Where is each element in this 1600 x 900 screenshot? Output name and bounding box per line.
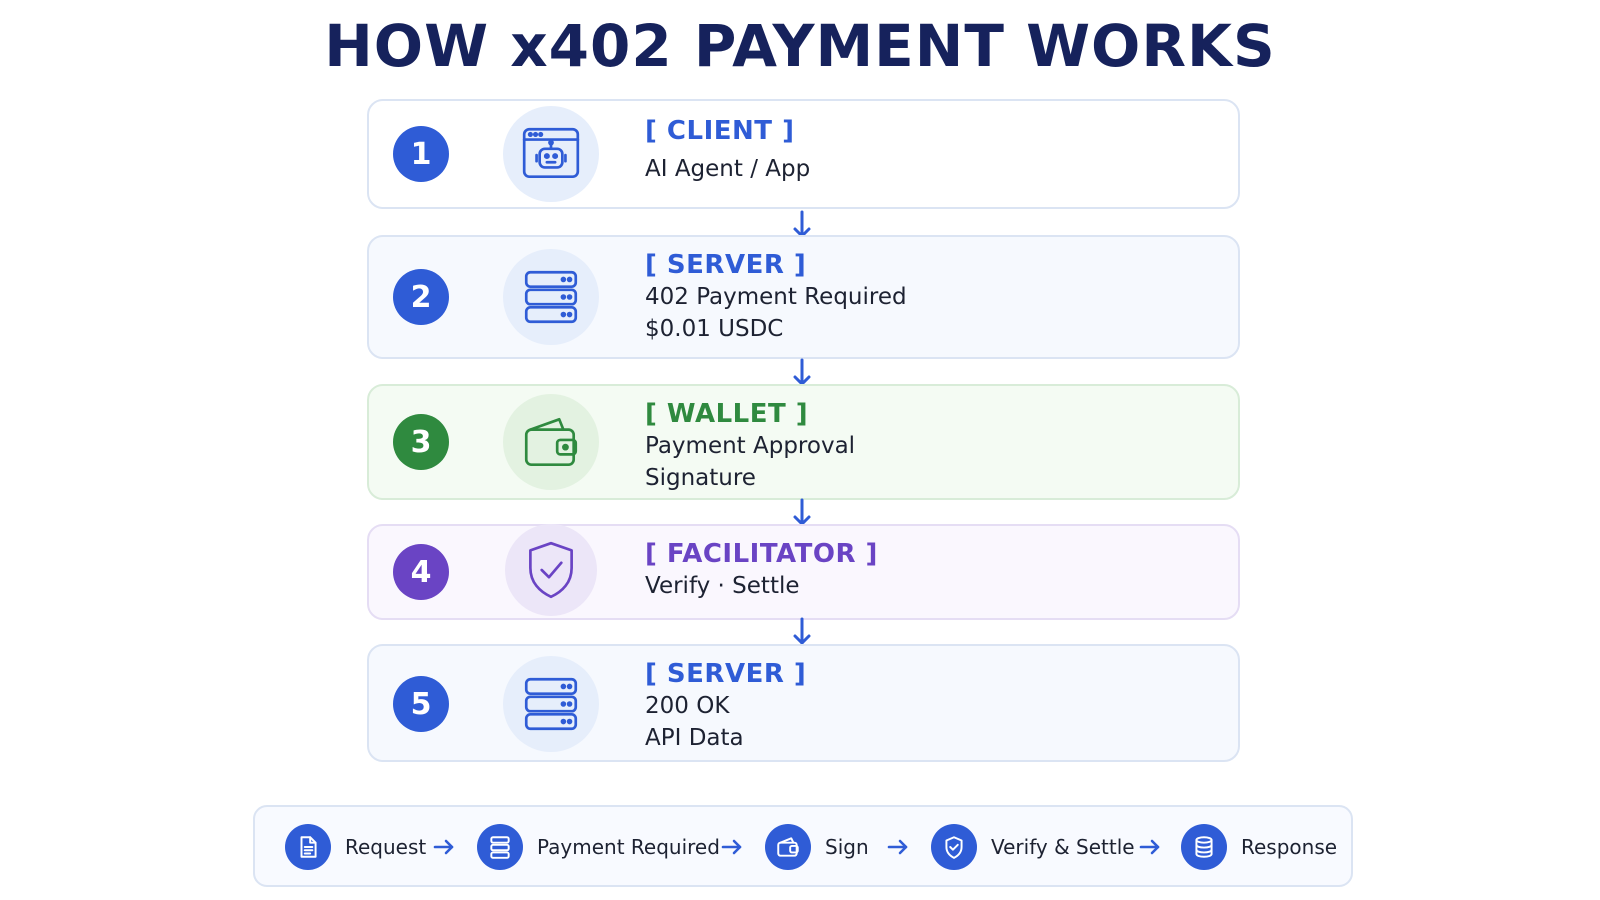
- step-heading: [ CLIENT ]: [645, 116, 795, 146]
- step-line: Payment Approval: [645, 433, 856, 459]
- step-number: 1: [393, 126, 449, 182]
- wallet-icon: [765, 824, 811, 870]
- server-icon: [503, 656, 599, 752]
- step-client: 1 [ CLIENT ] AI Agent / App: [367, 99, 1240, 209]
- legend-item-payment-required: Payment Required: [477, 823, 720, 871]
- step-heading: [ SERVER ]: [645, 250, 807, 280]
- step-heading: [ WALLET ]: [645, 399, 809, 429]
- robot-browser-icon: [503, 106, 599, 202]
- step-number: 3: [393, 414, 449, 470]
- arrow-right-icon: [1139, 839, 1160, 855]
- step-line: API Data: [645, 725, 744, 751]
- server-icon: [503, 249, 599, 345]
- legend-item-request: Request: [285, 823, 426, 871]
- server-icon: [477, 824, 523, 870]
- step-number: 2: [393, 269, 449, 325]
- arrow-right-icon: [887, 839, 908, 855]
- step-heading: [ FACILITATOR ]: [645, 539, 878, 569]
- arrow-right-icon: [721, 839, 742, 855]
- step-line: Signature: [645, 465, 756, 491]
- diagram-title: HOW x402 PAYMENT WORKS: [324, 12, 1276, 80]
- step-line: 402 Payment Required: [645, 284, 907, 310]
- step-server-402: 2 [ SERVER ] 402 Payment Required $0.01 …: [367, 235, 1240, 359]
- legend-label: Request: [345, 835, 427, 859]
- step-line: 200 OK: [645, 693, 730, 719]
- database-icon: [1181, 824, 1227, 870]
- legend-item-sign: Sign: [765, 823, 869, 871]
- legend-label: Payment Required: [537, 835, 720, 859]
- step-wallet: 3 [ WALLET ] Payment Approval Signature: [367, 384, 1240, 500]
- wallet-icon: [503, 394, 599, 490]
- step-line: $0.01 USDC: [645, 316, 784, 342]
- step-line: AI Agent / App: [645, 156, 811, 182]
- legend-label: Verify & Settle: [991, 835, 1135, 859]
- arrow-right-icon: [433, 839, 454, 855]
- step-number: 5: [393, 676, 449, 732]
- legend-item-response: Response: [1181, 823, 1337, 871]
- step-facilitator: 4 [ FACILITATOR ] Verify · Settle: [367, 524, 1240, 620]
- legend-label: Response: [1241, 835, 1338, 859]
- legend-label: Sign: [825, 835, 869, 859]
- step-number: 4: [393, 544, 449, 600]
- step-line: Verify · Settle: [645, 573, 800, 599]
- legend-item-verify-settle: Verify & Settle: [931, 823, 1135, 871]
- shield-check-icon: [505, 524, 597, 616]
- step-server-200: 5 [ SERVER ] 200 OK API Data: [367, 644, 1240, 762]
- document-icon: [285, 824, 331, 870]
- summary-flow-legend: Request Payment Required Sign Verify & S…: [253, 805, 1353, 887]
- flow-arrow-down-icon: [793, 617, 811, 645]
- shield-check-icon: [931, 824, 977, 870]
- step-heading: [ SERVER ]: [645, 659, 807, 689]
